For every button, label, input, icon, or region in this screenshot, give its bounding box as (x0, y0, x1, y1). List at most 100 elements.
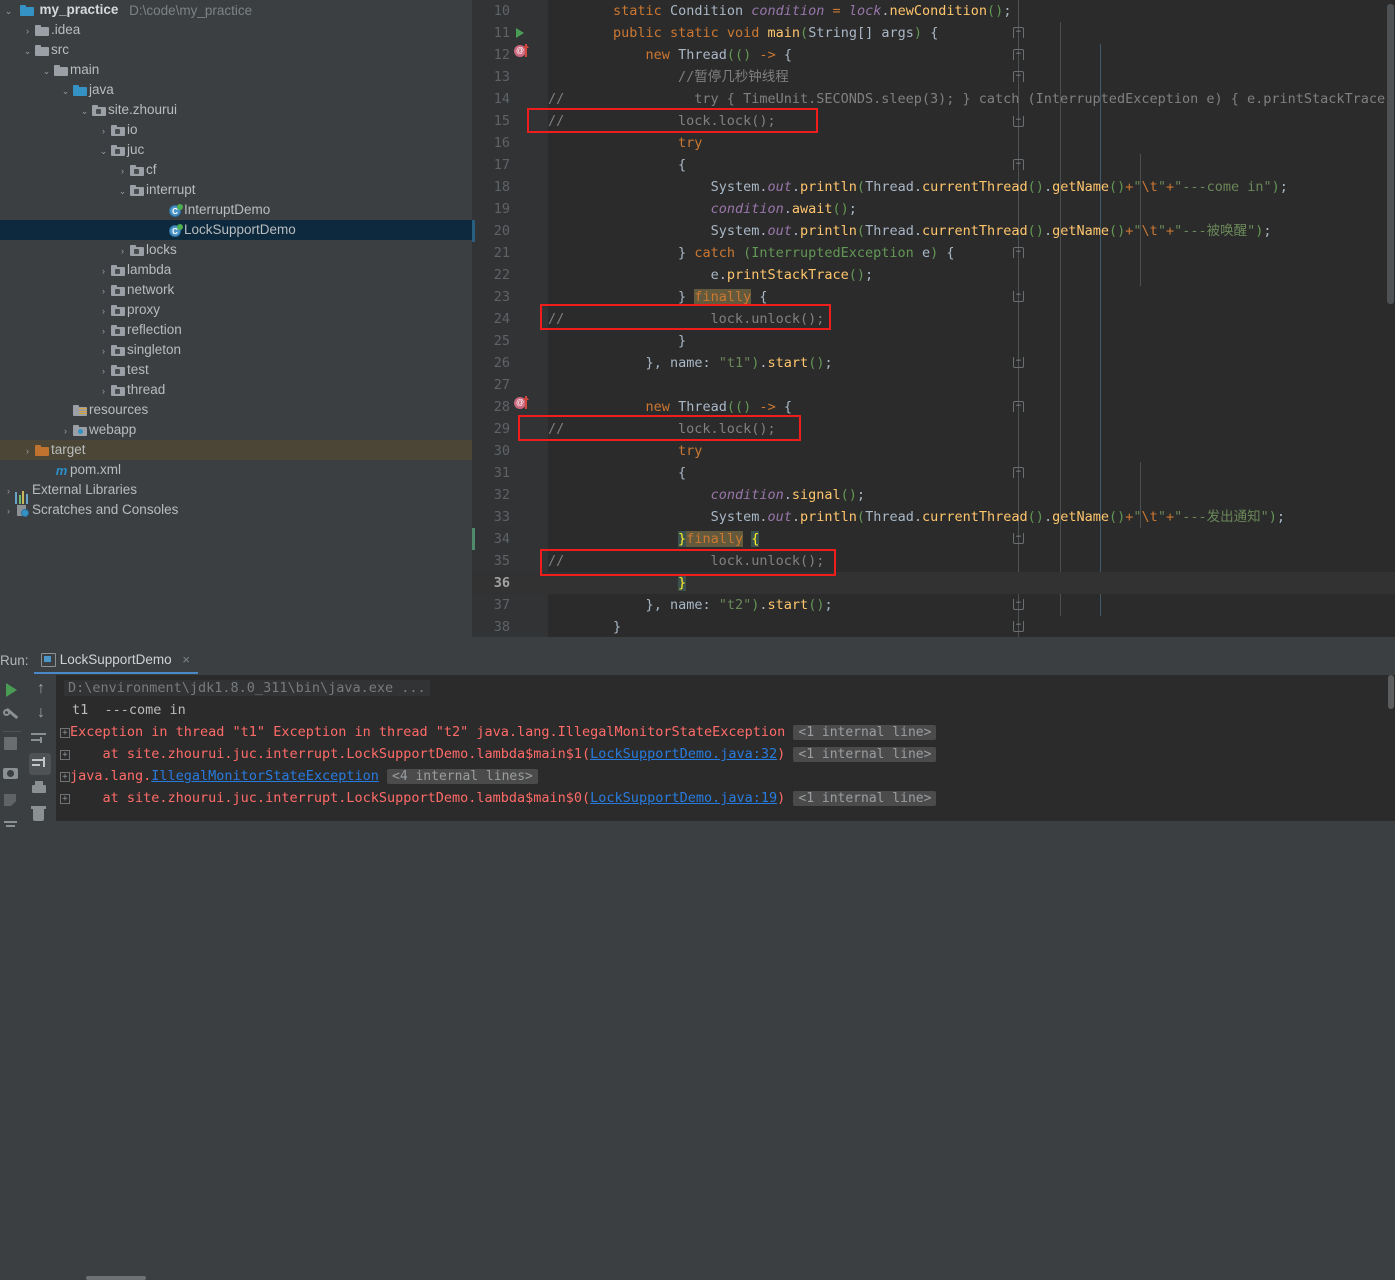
code-text[interactable]: System.out.println(Thread.currentThread(… (548, 220, 1272, 242)
tree-row-juc[interactable]: ⌄ juc (0, 140, 472, 160)
tree-row-webapp[interactable]: › webapp (0, 420, 472, 440)
chevron-down-icon[interactable]: ⌄ (116, 181, 129, 201)
code-line[interactable]: 26 }, name: "t1").start(); (472, 352, 1395, 374)
scroll-to-end-icon[interactable] (29, 753, 51, 775)
chevron-right-icon[interactable]: › (97, 381, 110, 401)
expand-icon[interactable]: + (60, 772, 70, 782)
code-line[interactable]: 19 condition.await(); (472, 198, 1395, 220)
console-error-line[interactable]: + java.lang.IllegalMonitorStateException … (60, 765, 538, 787)
scroll-down-icon[interactable]: ↓ (30, 703, 52, 725)
chevron-right-icon[interactable]: › (21, 441, 34, 461)
tree-row-site-zhourui[interactable]: ⌄ site.zhourui (0, 100, 472, 120)
tree-row-src[interactable]: ⌄ src (0, 40, 472, 60)
rerun-icon[interactable] (2, 679, 24, 701)
editor-scrollbar[interactable] (1385, 0, 1395, 637)
chevron-right-icon[interactable]: › (116, 161, 129, 181)
code-text[interactable]: condition.await(); (548, 198, 857, 220)
code-line[interactable]: 35 // lock.unlock(); (472, 550, 1395, 572)
code-text[interactable]: } (548, 572, 687, 594)
source-link[interactable]: IllegalMonitorStateException (151, 768, 379, 784)
code-text[interactable]: // try { TimeUnit.SECONDS.sleep(3); } ca… (548, 88, 1395, 110)
code-line[interactable]: 17 { (472, 154, 1395, 176)
console-error-line[interactable]: + at site.zhourui.juc.interrupt.LockSupp… (60, 787, 937, 809)
chevron-right-icon[interactable]: › (21, 21, 34, 41)
tree-row-target[interactable]: › target (0, 440, 472, 460)
console-error-line[interactable]: + at site.zhourui.juc.interrupt.LockSupp… (60, 743, 937, 765)
code-editor[interactable]: − − − − − − − − − − − − − @ @ 10 static … (472, 0, 1395, 637)
tree-row-interruptdemo[interactable]: C InterruptDemo (0, 200, 472, 220)
code-text[interactable]: public static void main(String[] args) { (548, 22, 938, 44)
code-text[interactable]: System.out.println(Thread.currentThread(… (548, 506, 1285, 528)
code-text[interactable]: e.printStackTrace(); (548, 264, 874, 286)
trash-icon[interactable] (30, 805, 52, 827)
code-text[interactable]: } finally { (548, 286, 768, 308)
code-line[interactable]: 36 } (472, 572, 1395, 594)
chevron-right-icon[interactable]: › (116, 241, 129, 261)
tree-row-singleton[interactable]: › singleton (0, 340, 472, 360)
code-text[interactable]: // lock.unlock(); (548, 550, 824, 572)
tree-row-thread[interactable]: › thread (0, 380, 472, 400)
code-text[interactable]: }, name: "t1").start(); (548, 352, 833, 374)
tree-row-test[interactable]: › test (0, 360, 472, 380)
tree-row-java[interactable]: ⌄ java (0, 80, 472, 100)
code-text[interactable]: static Condition condition = lock.newCon… (548, 0, 1011, 22)
code-line[interactable]: 14 // try { TimeUnit.SECONDS.sleep(3); } … (472, 88, 1395, 110)
close-icon[interactable]: × (182, 652, 190, 667)
code-text[interactable]: condition.signal(); (548, 484, 866, 506)
code-text[interactable]: }, name: "t2").start(); (548, 594, 833, 616)
expand-icon[interactable]: + (60, 728, 70, 738)
chevron-right-icon[interactable]: › (97, 281, 110, 301)
code-text[interactable]: } (548, 616, 621, 637)
chevron-right-icon[interactable]: › (97, 261, 110, 281)
code-text[interactable]: } catch (InterruptedException e) { (548, 242, 954, 264)
chevron-down-icon[interactable]: ⌄ (40, 61, 53, 81)
tree-row--idea[interactable]: › .idea (0, 20, 472, 40)
project-tree-panel[interactable]: ⌄ my_practice D:\code\my_practice › .idea… (0, 0, 472, 637)
code-line[interactable]: 21 } catch (InterruptedException e) { (472, 242, 1395, 264)
tree-row-pom-xml[interactable]: m pom.xml (0, 460, 472, 480)
tree-row-scratches-and-consoles[interactable]: › Scratches and Consoles (0, 500, 472, 520)
tree-row-locksupportdemo[interactable]: C LockSupportDemo (0, 220, 472, 240)
code-text[interactable]: //暂停几秒钟线程 (548, 66, 789, 88)
code-text[interactable]: // lock.unlock(); (548, 308, 824, 330)
code-text[interactable]: { (548, 462, 686, 484)
console-output-line[interactable]: t1 ---come in (60, 699, 186, 721)
tree-row-interrupt[interactable]: ⌄ interrupt (0, 180, 472, 200)
expand-icon[interactable]: + (60, 794, 70, 804)
chevron-right-icon[interactable]: › (2, 481, 15, 501)
code-text[interactable]: try (548, 132, 702, 154)
code-line[interactable]: 15 // lock.lock(); (472, 110, 1395, 132)
code-line[interactable]: 28 new Thread(() -> { (472, 396, 1395, 418)
code-text[interactable]: try (548, 440, 702, 462)
tree-row-main[interactable]: ⌄ main (0, 60, 472, 80)
chevron-down-icon[interactable]: ⌄ (97, 141, 110, 161)
console-output[interactable]: D:\environment\jdk1.8.0_311\bin\java.exe… (56, 675, 1395, 821)
scroll-up-icon[interactable]: ↑ (30, 679, 52, 701)
chevron-right-icon[interactable]: › (59, 421, 72, 441)
code-line[interactable]: 32 condition.signal(); (472, 484, 1395, 506)
chevron-down-icon[interactable]: ⌄ (78, 101, 91, 121)
console-actions-toolbar[interactable]: ↑ ↓ (26, 675, 56, 821)
code-line[interactable]: 11 public static void main(String[] args… (472, 22, 1395, 44)
tree-row-external-libraries[interactable]: › External Libraries (0, 480, 472, 504)
code-line[interactable]: 24 // lock.unlock(); (472, 308, 1395, 330)
chevron-down-icon[interactable]: ⌄ (2, 1, 15, 21)
code-line[interactable]: 29 // lock.lock(); (472, 418, 1395, 440)
camera-icon[interactable] (2, 765, 24, 787)
code-line[interactable]: 23 } finally { (472, 286, 1395, 308)
filter-icon[interactable] (2, 817, 24, 839)
code-line[interactable]: 38 } (472, 616, 1395, 637)
tree-row-resources[interactable]: resources (0, 400, 472, 420)
tree-row-locks[interactable]: › locks (0, 240, 472, 260)
tree-row-proxy[interactable]: › proxy (0, 300, 472, 320)
run-actions-toolbar[interactable] (0, 675, 26, 827)
code-line[interactable]: 27 (472, 374, 1395, 396)
print-icon[interactable] (30, 779, 52, 801)
code-text[interactable]: new Thread(() -> { (548, 396, 792, 418)
code-text[interactable]: // lock.lock(); (548, 418, 776, 440)
run-tab-locksupportdemo[interactable]: LockSupportDemo × (34, 645, 198, 674)
console-scrollbar[interactable] (1386, 675, 1395, 821)
code-line[interactable]: 25 } (472, 330, 1395, 352)
code-line[interactable]: 31 { (472, 462, 1395, 484)
expand-icon[interactable]: + (60, 750, 70, 760)
